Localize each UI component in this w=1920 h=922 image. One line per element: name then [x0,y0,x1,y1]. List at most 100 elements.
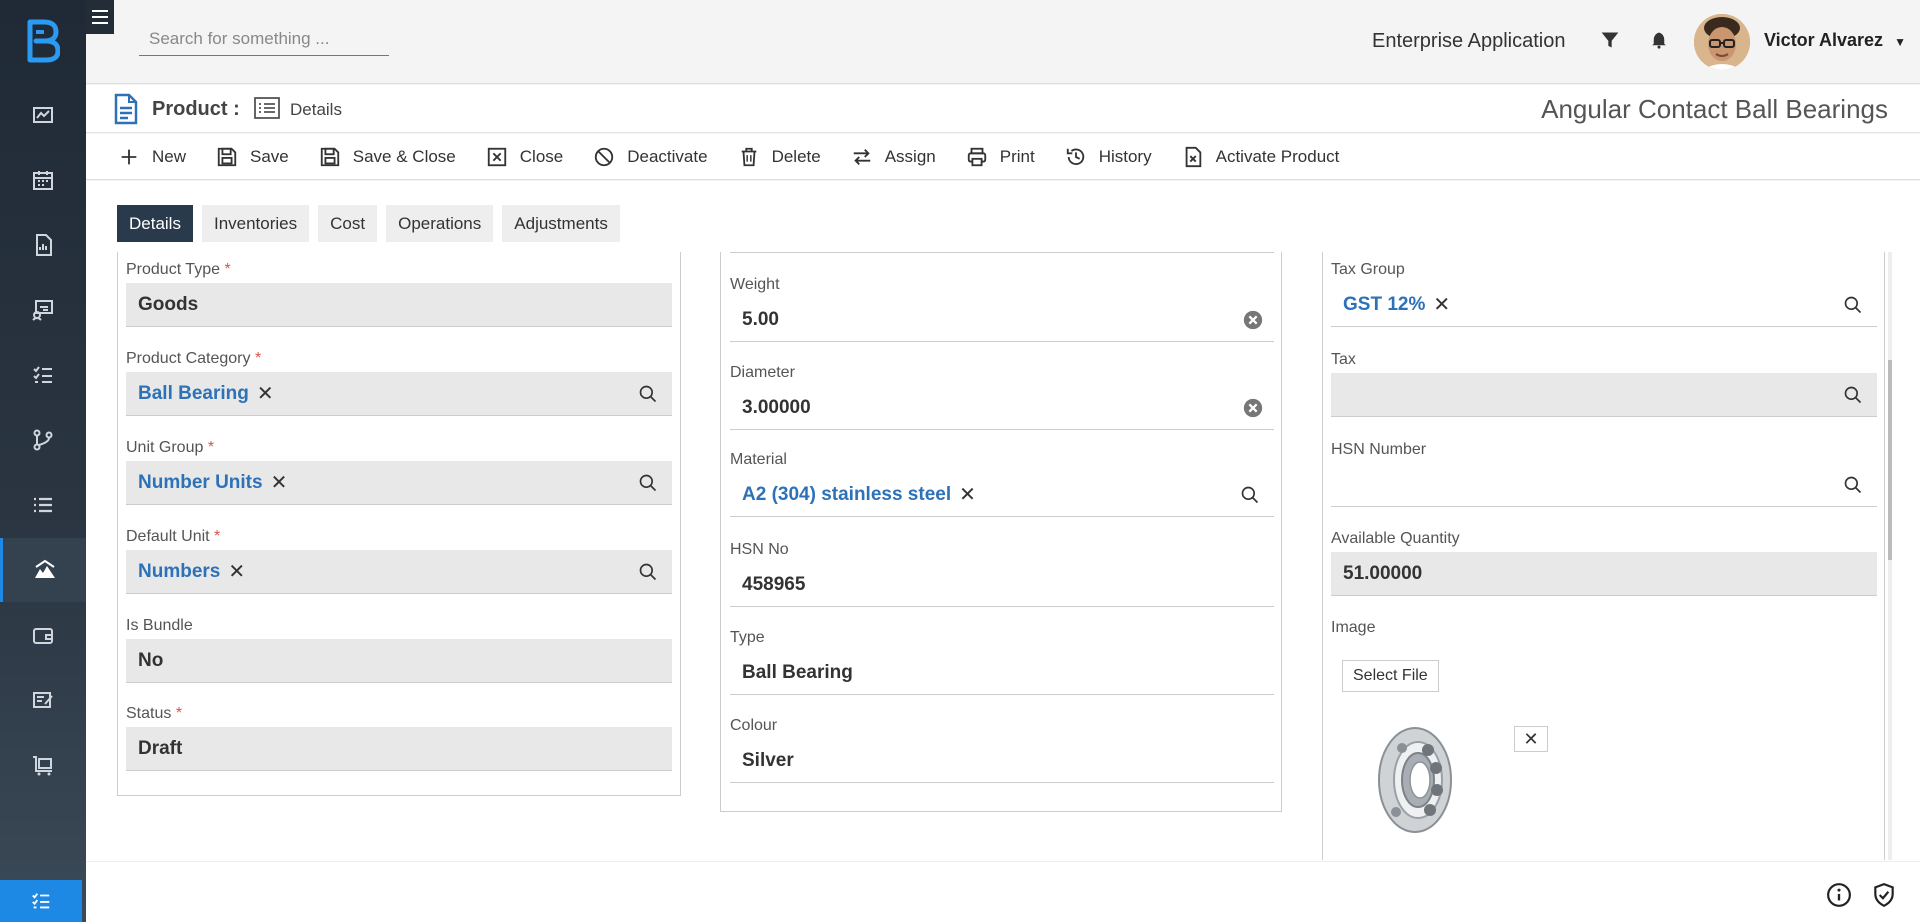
product-category-field[interactable]: Ball Bearing ✕ [126,372,672,416]
nav-products[interactable] [0,538,86,602]
sidebar [0,0,86,922]
unit-group-value[interactable]: Number Units [138,472,263,494]
delete-button[interactable]: Delete [738,146,821,168]
nav-calendar[interactable] [0,148,86,212]
tab-adjustments[interactable]: Adjustments [502,205,620,242]
nav-inventory[interactable] [0,733,86,797]
document-icon [114,93,138,125]
nav-wallet[interactable] [0,603,86,667]
status-field: Draft [126,727,672,771]
printer-icon [967,147,986,166]
dashboard-icon [33,107,53,123]
default-unit-value[interactable]: Numbers [138,561,220,583]
hsn-number-field[interactable] [1331,463,1877,507]
search-icon[interactable] [1240,485,1260,505]
print-button[interactable]: Print [966,146,1035,168]
search-input[interactable] [139,22,389,56]
clear-icon[interactable] [1242,309,1264,331]
notifications-button[interactable] [1650,30,1668,55]
calendar-icon [33,171,53,190]
user-menu[interactable]: Victor Alvarez ▼ [1764,30,1906,51]
type-field[interactable]: Ball Bearing [730,651,1274,695]
nav-board[interactable] [0,278,86,342]
list-icon [34,497,52,513]
default-unit-field[interactable]: Numbers ✕ [126,550,672,594]
nav-notes[interactable] [0,668,86,732]
colour-value[interactable]: Silver [742,750,794,772]
hsn-no-value[interactable]: 458965 [742,574,805,596]
remove-icon[interactable]: ✕ [1433,292,1450,317]
search-icon[interactable] [638,562,658,582]
plus-icon [121,149,137,164]
remove-icon[interactable]: ✕ [228,559,245,584]
avatar[interactable] [1694,14,1750,70]
save-button[interactable]: Save [216,146,289,168]
status-label: Status * [126,705,183,722]
assign-button[interactable]: Assign [851,146,936,168]
history-button[interactable]: History [1065,146,1152,168]
menu-toggle-button[interactable] [86,0,114,34]
details-list-icon [254,97,280,119]
close-button[interactable]: Close [486,146,563,168]
search-icon[interactable] [1843,475,1863,495]
nav-workflow[interactable] [0,408,86,472]
brand-logo[interactable] [0,0,86,82]
info-icon[interactable] [1826,882,1852,908]
tax-label: Tax [1331,351,1356,368]
material-value[interactable]: A2 (304) stainless steel [742,484,951,506]
assign-label: Assign [884,146,936,166]
nav-list[interactable] [0,473,86,537]
search-icon[interactable] [1843,385,1863,405]
new-button[interactable]: New [118,146,186,168]
remove-icon[interactable]: ✕ [959,482,976,507]
divider [730,252,1274,253]
search-icon[interactable] [1843,295,1863,315]
nav-dashboard[interactable] [0,83,86,147]
checklist-icon [32,893,50,909]
weight-value[interactable]: 5.00 [742,309,779,331]
diameter-field[interactable]: 3.00000 [730,386,1274,430]
sidebar-tasks-button[interactable] [0,880,82,922]
material-field[interactable]: A2 (304) stainless steel ✕ [730,473,1274,517]
bell-icon [1652,32,1666,49]
delete-label: Delete [771,146,821,166]
search-icon[interactable] [638,473,658,493]
activate-product-button[interactable]: Activate Product [1182,146,1339,168]
print-label: Print [999,146,1035,166]
tax-field[interactable] [1331,373,1877,417]
clear-icon[interactable] [1242,397,1264,419]
weight-field[interactable]: 5.00 [730,298,1274,342]
hsn-no-field[interactable]: 458965 [730,563,1274,607]
tax-group-value[interactable]: GST 12% [1343,294,1425,316]
diameter-value[interactable]: 3.00000 [742,397,811,419]
remove-icon[interactable]: ✕ [271,470,288,495]
unit-group-field[interactable]: Number Units ✕ [126,461,672,505]
remove-image-button[interactable]: ✕ [1514,726,1548,752]
nav-tasks[interactable] [0,343,86,407]
hamburger-icon [92,10,108,24]
filter-button[interactable] [1600,30,1620,55]
scrollbar-thumb[interactable] [1888,360,1892,560]
tax-group-field[interactable]: GST 12% ✕ [1331,283,1877,327]
new-label: New [152,146,187,166]
deactivate-button[interactable]: Deactivate [593,146,708,168]
shield-check-icon[interactable] [1871,882,1897,908]
save-close-button[interactable]: Save & Close [319,146,456,168]
select-file-button[interactable]: Select File [1342,660,1439,692]
remove-icon[interactable]: ✕ [257,381,274,406]
colour-field[interactable]: Silver [730,739,1274,783]
product-type-field: Goods [126,283,672,327]
type-value[interactable]: Ball Bearing [742,662,853,684]
tab-details[interactable]: Details [117,205,193,242]
record-titlebar: Product : Details Angular Contact Ball B… [86,85,1920,133]
tab-operations[interactable]: Operations [386,205,494,242]
ban-icon [595,147,614,166]
save-label: Save [250,146,289,166]
nav-reports[interactable] [0,213,86,277]
user-name: Victor Alvarez [1764,30,1884,50]
search-icon[interactable] [638,384,658,404]
product-category-value[interactable]: Ball Bearing [138,383,249,405]
tab-cost[interactable]: Cost [318,205,378,242]
tab-inventories[interactable]: Inventories [201,205,310,242]
top-header: Enterprise Application Victor Alvarez ▼ [86,0,1920,84]
